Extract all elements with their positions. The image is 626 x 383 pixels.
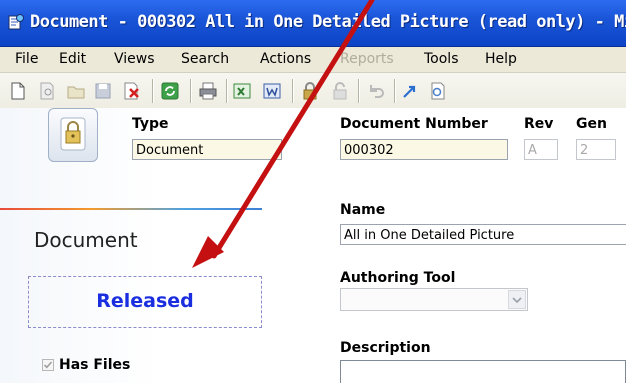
document-number-field[interactable]: 000302 xyxy=(340,139,508,160)
chevron-down-icon xyxy=(512,297,522,304)
padlock-icon xyxy=(60,117,86,151)
menu-reports: Reports xyxy=(340,51,394,67)
undo-icon xyxy=(370,85,384,98)
authoring-tool-label: Authoring Tool xyxy=(340,270,456,286)
type-label: Type xyxy=(132,116,169,132)
delete-icon[interactable] xyxy=(122,81,142,101)
rev-field: A xyxy=(524,139,558,160)
menu-actions[interactable]: Actions xyxy=(260,51,311,67)
rev-label: Rev xyxy=(524,116,554,132)
menu-views[interactable]: Views xyxy=(114,51,155,67)
description-field[interactable] xyxy=(340,360,626,383)
status-badge: Released xyxy=(28,276,262,328)
lock-icon[interactable] xyxy=(300,81,320,101)
checkmark-icon xyxy=(43,361,53,369)
new-icon[interactable] xyxy=(8,81,28,101)
refresh-icon[interactable] xyxy=(160,81,180,101)
menu-file[interactable]: File xyxy=(15,51,38,67)
toolbar-separator xyxy=(152,79,153,103)
status-text: Released xyxy=(96,290,194,312)
name-label: Name xyxy=(340,202,386,218)
print-icon[interactable] xyxy=(198,81,218,101)
toolbar-separator xyxy=(190,79,191,103)
gen-label: Gen xyxy=(576,116,607,132)
has-files-checkbox xyxy=(42,359,54,371)
promote-icon[interactable] xyxy=(400,81,420,101)
has-files-label: Has Files xyxy=(59,357,131,373)
print-preview-icon[interactable] xyxy=(38,81,58,101)
toolbar-separator xyxy=(226,79,227,103)
dropdown-button xyxy=(508,290,526,309)
excel-icon[interactable] xyxy=(232,81,252,101)
properties-icon[interactable] xyxy=(428,81,448,101)
gen-field: 2 xyxy=(576,139,616,160)
toolbar-separator xyxy=(358,79,359,103)
open-icon[interactable] xyxy=(66,81,86,101)
description-label: Description xyxy=(340,340,431,356)
save-icon[interactable] xyxy=(93,81,113,101)
document-number-label: Document Number xyxy=(340,116,488,132)
document-app-icon xyxy=(8,14,24,30)
authoring-tool-dropdown xyxy=(340,288,528,311)
menu-help[interactable]: Help xyxy=(485,51,517,67)
panel-divider xyxy=(0,208,262,210)
unlock-icon xyxy=(333,82,347,100)
menu-tools[interactable]: Tools xyxy=(424,51,459,67)
toolbar-separator xyxy=(292,79,293,103)
type-field[interactable]: Document xyxy=(132,139,282,160)
document-heading: Document xyxy=(34,228,138,252)
name-field[interactable]: All in One Detailed Picture xyxy=(340,224,626,245)
word-icon[interactable] xyxy=(262,81,282,101)
toolbar-separator xyxy=(394,79,395,103)
window-title: Document - 000302 All in One Detailed Pi… xyxy=(30,12,626,32)
menu-edit[interactable]: Edit xyxy=(59,51,86,67)
title-bar[interactable]: Document - 000302 All in One Detailed Pi… xyxy=(0,0,626,47)
menu-bar: File Edit Views Search Actions Reports T… xyxy=(0,47,626,73)
menu-search[interactable]: Search xyxy=(181,51,229,67)
lock-icon-box xyxy=(48,108,98,162)
